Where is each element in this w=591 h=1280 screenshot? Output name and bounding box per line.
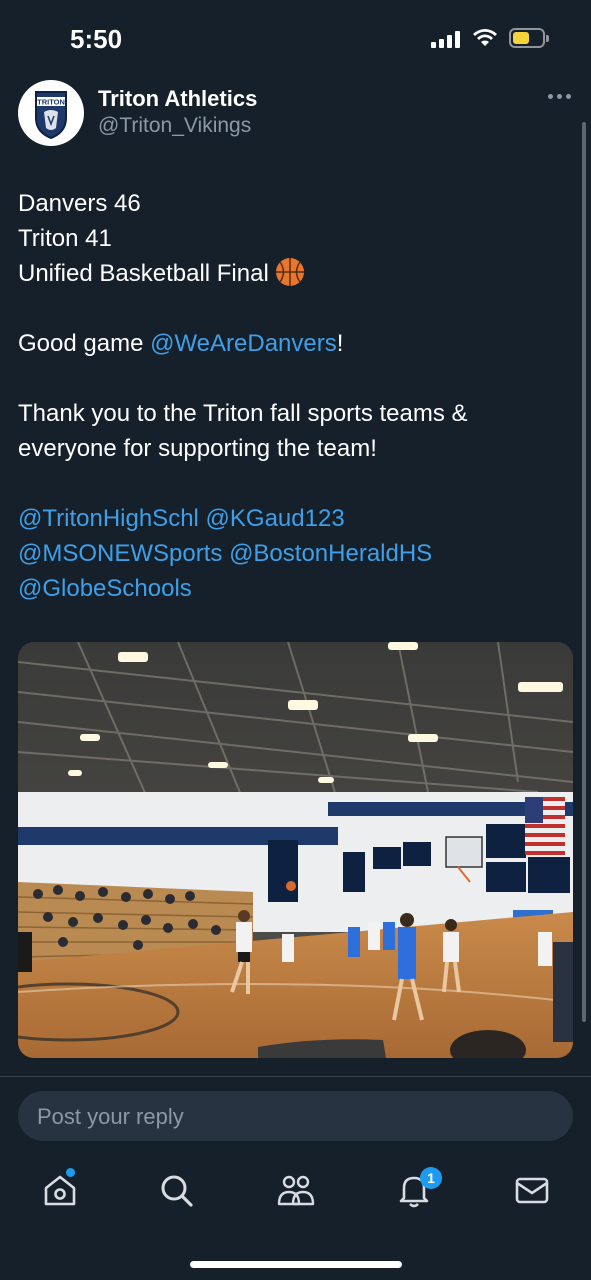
communities-icon[interactable] [276, 1170, 316, 1210]
mention-tritonhighschl[interactable]: @TritonHighSchl [18, 505, 199, 532]
game-title-line: Unified Basketball Final [18, 256, 558, 291]
messages-icon[interactable] [512, 1170, 552, 1210]
thanks-line-2: everyone for supporting the team! [18, 435, 377, 462]
notification-count-badge: 1 [420, 1167, 442, 1189]
mention-wearedanvers[interactable]: @WeAreDanvers [150, 330, 337, 357]
home-unread-dot [66, 1168, 75, 1177]
user-handle[interactable]: @Triton_Vikings [98, 114, 251, 138]
tweet-header: TRITON Triton Athletics @Triton_Vikings [18, 80, 573, 150]
display-name[interactable]: Triton Athletics [98, 86, 257, 112]
good-game-suffix: ! [336, 330, 344, 357]
home-indicator[interactable] [190, 1261, 402, 1268]
svg-text:TRITON: TRITON [37, 98, 65, 107]
good-game-prefix: Good game [18, 330, 151, 357]
reply-input[interactable]: Post your reply [18, 1091, 573, 1141]
score-line-triton: Triton 41 [18, 225, 112, 252]
more-options-icon[interactable] [548, 92, 572, 100]
game-title-text: Unified Basketball Final [18, 260, 269, 287]
cellular-signal-icon [431, 30, 461, 48]
mention-kgaud123[interactable]: @KGaud123 [206, 505, 345, 532]
mention-msonewsports[interactable]: @MSONEWSports [18, 540, 222, 567]
divider [0, 1076, 591, 1077]
mentions-line-3: @GlobeSchools [18, 571, 558, 606]
basketball-gym-photo-icon [18, 642, 573, 1058]
status-bar: 5:50 [0, 0, 591, 80]
scrollbar[interactable] [582, 122, 586, 1022]
search-icon[interactable] [156, 1170, 196, 1210]
avatar[interactable]: TRITON [18, 80, 84, 146]
bottom-tab-bar [0, 1160, 591, 1230]
thanks-line-1: Thank you to the Triton fall sports team… [18, 400, 468, 427]
tweet-text: Danvers 46 Triton 41 Unified Basketball … [18, 186, 558, 606]
mentions-line-1: @TritonHighSchl @KGaud123 [18, 501, 558, 536]
tweet-media-photo[interactable] [18, 642, 573, 1058]
status-time: 5:50 [70, 24, 123, 54]
mentions-line-2: @MSONEWSports @BostonHeraldHS [18, 536, 558, 571]
score-line-danvers: Danvers 46 [18, 190, 141, 217]
wifi-icon [473, 29, 497, 46]
mention-bostonheraldhs[interactable]: @BostonHeraldHS [229, 540, 432, 567]
triton-logo-icon: TRITON [35, 91, 67, 140]
reply-placeholder: Post your reply [37, 1104, 184, 1129]
basketball-emoji-icon [275, 258, 304, 286]
battery-icon [509, 28, 549, 48]
mention-globeschools[interactable]: @GlobeSchools [18, 575, 192, 602]
home-icon[interactable] [40, 1170, 80, 1210]
good-game-line: Good game @WeAreDanvers! [18, 326, 558, 361]
